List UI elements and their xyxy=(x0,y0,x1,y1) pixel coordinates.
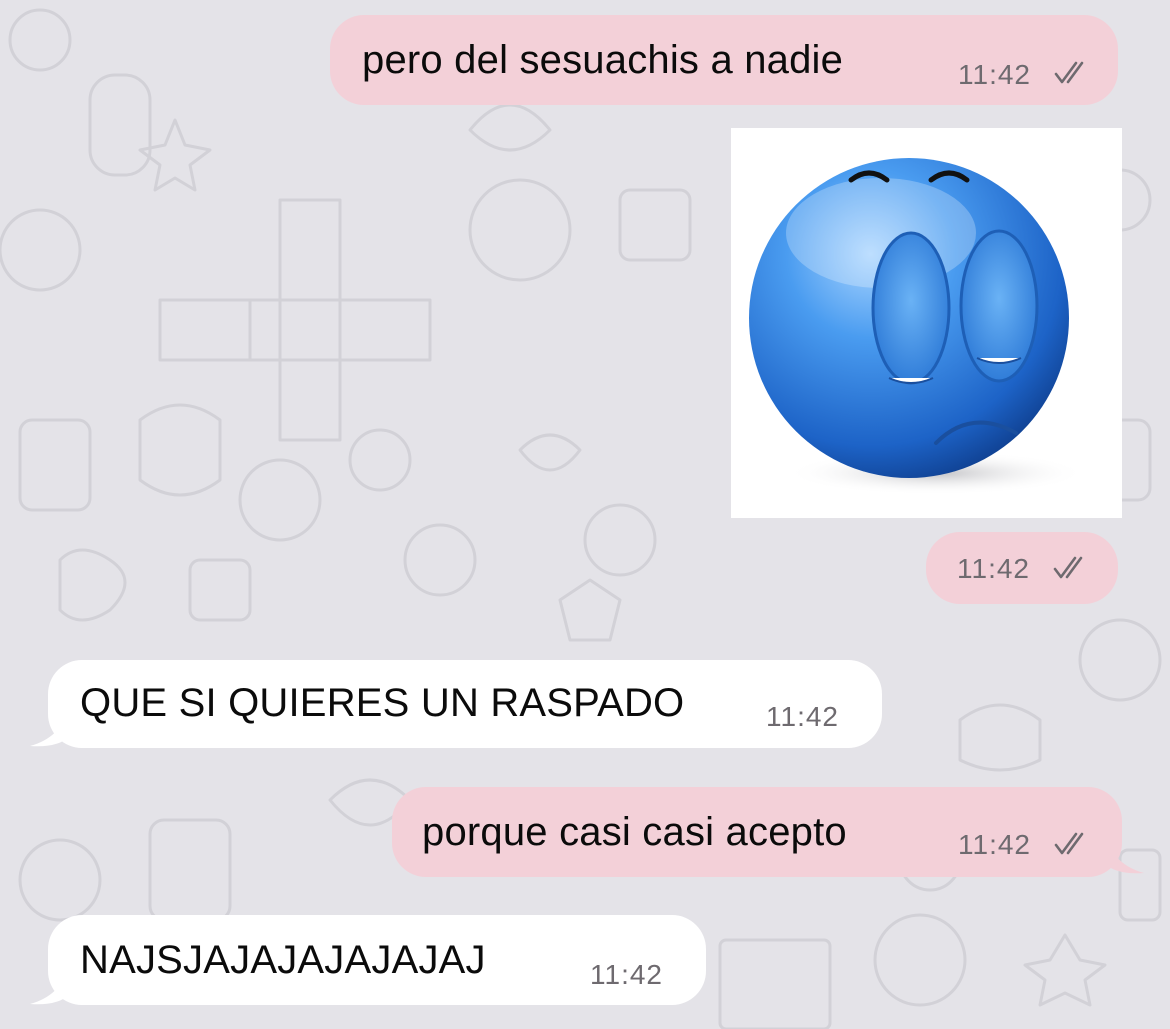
double-check-icon xyxy=(1053,556,1083,579)
message-time: 11:42 xyxy=(957,553,1030,584)
message-time: 11:42 xyxy=(958,59,1031,90)
bubble-tail-outgoing xyxy=(1104,835,1144,874)
message-text: QUE SI QUIERES UN RASPADO xyxy=(80,681,685,725)
image-message[interactable] xyxy=(731,128,1122,518)
blue-sad-emoji-sticker xyxy=(749,158,1086,495)
message-bubble-incoming[interactable]: NAJSJAJAJAJAJAJAJ 11:42 xyxy=(48,915,706,1005)
message-time: 11:42 xyxy=(958,829,1031,860)
message-bubble-outgoing[interactable]: pero del sesuachis a nadie 11:42 xyxy=(330,15,1118,105)
message-text: pero del sesuachis a nadie xyxy=(362,38,844,82)
message-bubble-outgoing[interactable]: 11:42 xyxy=(926,532,1118,604)
double-check-icon xyxy=(1054,61,1084,84)
message-text: NAJSJAJAJAJAJAJAJ xyxy=(80,938,486,982)
double-check-icon xyxy=(1054,832,1084,855)
message-time: 11:42 xyxy=(590,959,663,990)
message-time: 11:42 xyxy=(766,701,839,732)
message-bubble-outgoing[interactable]: porque casi casi acepto 11:42 xyxy=(392,787,1122,877)
message-bubble-incoming[interactable]: QUE SI QUIERES UN RASPADO 11:42 xyxy=(48,660,882,748)
message-text: porque casi casi acepto xyxy=(422,810,847,854)
